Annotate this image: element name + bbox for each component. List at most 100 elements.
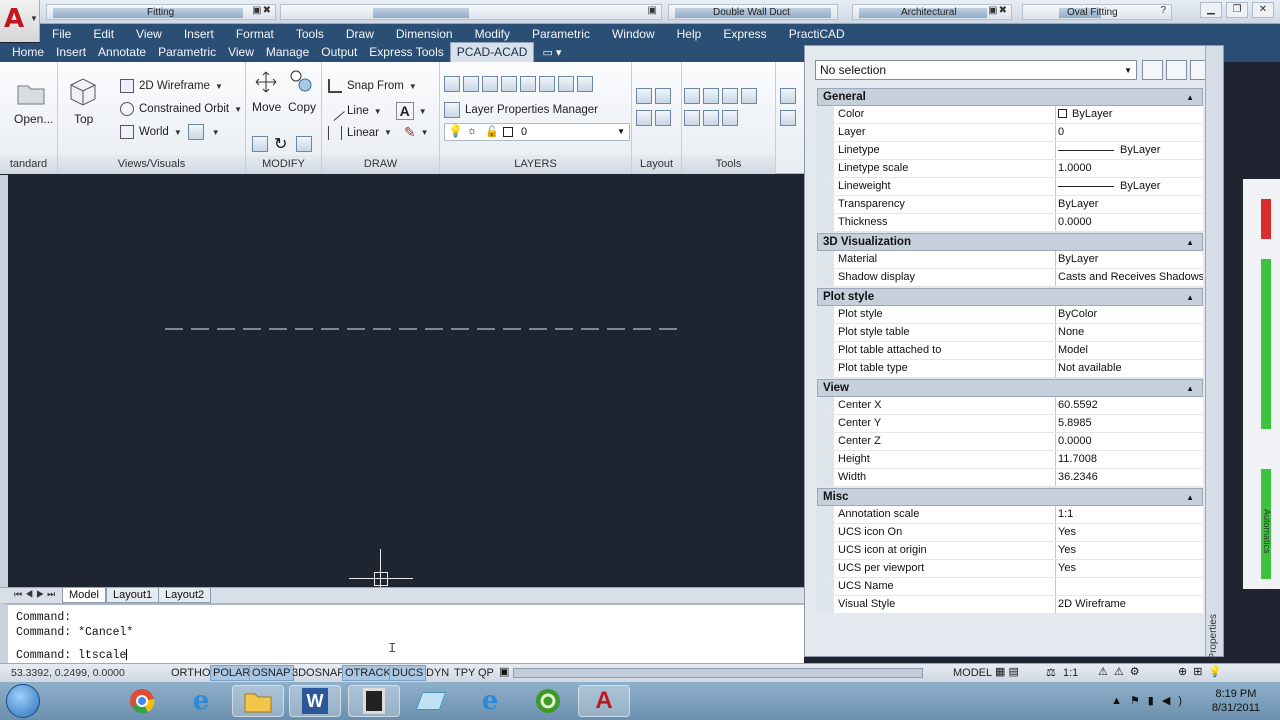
copy-button[interactable]: Copy xyxy=(288,100,316,114)
property-value[interactable] xyxy=(1056,578,1203,595)
menu-insert[interactable]: Insert xyxy=(184,27,214,41)
property-row[interactable]: Color ByLayer xyxy=(817,106,1203,124)
property-value[interactable]: 0 xyxy=(1056,124,1203,141)
menu-view[interactable]: View xyxy=(136,27,162,41)
3dosnap-toggle[interactable]: 3DOSNAP xyxy=(289,665,348,681)
help-icon[interactable]: ? xyxy=(1160,5,1167,16)
property-value[interactable]: ByColor xyxy=(1056,306,1203,323)
tool-icon[interactable] xyxy=(722,110,738,126)
menu-help[interactable]: Help xyxy=(677,27,702,41)
minimize-icon[interactable]: ▁ xyxy=(1200,2,1222,18)
property-value[interactable]: 1:1 xyxy=(1056,506,1203,523)
tab-parametric[interactable]: Parametric xyxy=(152,45,222,62)
palette-strip[interactable]: ▣ xyxy=(280,4,662,20)
autocad-application-button[interactable]: A ▼ xyxy=(0,0,40,42)
property-value[interactable]: 60.5592 xyxy=(1056,397,1203,414)
property-value[interactable]: Yes xyxy=(1056,542,1203,559)
word-icon[interactable]: W xyxy=(289,685,341,717)
restore-icon[interactable]: ❐ xyxy=(1226,2,1248,18)
layer-tool-icon[interactable] xyxy=(577,76,593,92)
tab-view[interactable]: View xyxy=(222,45,260,62)
toggle-pickadd-icon[interactable] xyxy=(1142,60,1163,80)
property-row[interactable]: Layer 0 xyxy=(817,124,1203,142)
menu-dimension[interactable]: Dimension xyxy=(396,27,453,41)
property-value[interactable]: ByLayer xyxy=(1056,106,1203,123)
quick-view-icons[interactable]: ▦ ▤ xyxy=(995,665,1019,678)
property-value[interactable]: ByLayer xyxy=(1056,196,1203,213)
visual-style-dropdown[interactable]: 2D Wireframe ▼ xyxy=(120,79,223,93)
move-button[interactable]: Move xyxy=(252,100,281,114)
model-space-toggle[interactable]: MODEL xyxy=(950,665,995,681)
tab-model[interactable]: Model xyxy=(62,588,106,603)
menu-tools[interactable]: Tools xyxy=(296,27,324,41)
tab-output[interactable]: Output xyxy=(315,45,363,62)
explorer-icon[interactable] xyxy=(232,685,284,717)
property-row[interactable]: UCS icon at origin Yes xyxy=(817,542,1203,560)
collapse-icon[interactable]: ▲ xyxy=(1186,234,1194,251)
collapse-icon[interactable]: ▲ xyxy=(1186,289,1194,306)
sc-toggle-icon[interactable]: ▣ xyxy=(499,665,509,678)
property-value[interactable]: Model xyxy=(1056,342,1203,359)
property-value[interactable]: None xyxy=(1056,324,1203,341)
top-view-button[interactable]: Top xyxy=(74,112,93,126)
menu-parametric[interactable]: Parametric xyxy=(532,27,590,41)
menu-edit[interactable]: Edit xyxy=(93,27,114,41)
property-value[interactable]: Yes xyxy=(1056,524,1203,541)
line-dropdown[interactable]: Line ▼ A ▼ xyxy=(325,101,427,121)
property-row[interactable]: Center Z 0.0000 xyxy=(817,433,1203,451)
property-value[interactable]: 36.2346 xyxy=(1056,469,1203,486)
property-value[interactable]: 0.0000 xyxy=(1056,433,1203,450)
property-row[interactable]: Lineweight ByLayer xyxy=(817,178,1203,196)
start-button[interactable] xyxy=(6,684,40,718)
layer-tool-icon[interactable] xyxy=(558,76,574,92)
property-value[interactable]: 11.7008 xyxy=(1056,451,1203,468)
property-row[interactable]: Center X 60.5592 xyxy=(817,397,1203,415)
dyn-toggle[interactable]: DYN xyxy=(423,665,452,681)
tool-icon[interactable] xyxy=(722,88,738,104)
command-prompt[interactable]: Command: ltscale xyxy=(16,649,128,662)
chrome-icon[interactable] xyxy=(116,685,168,717)
palette-controls[interactable]: ▣✖ xyxy=(988,5,1008,16)
property-row[interactable]: Plot table attached to Model xyxy=(817,342,1203,360)
array-icon[interactable] xyxy=(252,136,268,152)
property-row[interactable]: Transparency ByLayer xyxy=(817,196,1203,214)
tab-layout2[interactable]: Layout2 xyxy=(158,588,212,603)
layer-tool-icon[interactable] xyxy=(539,76,555,92)
linear-dimension-dropdown[interactable]: Linear ▼ ✎ ▼ xyxy=(328,124,429,141)
layout-navigation-icons[interactable]: ⏮◀▶⏭ xyxy=(14,589,58,600)
tool-icon[interactable] xyxy=(780,88,796,104)
system-clock[interactable]: 8:19 PM 8/31/2011 xyxy=(1212,687,1260,715)
layout-tool-icon[interactable] xyxy=(636,110,652,126)
property-value[interactable]: ByLayer xyxy=(1056,142,1203,159)
property-row[interactable]: Plot style ByColor xyxy=(817,306,1203,324)
snap-from-dropdown[interactable]: Snap From ▼ xyxy=(328,79,417,93)
tab-annotate[interactable]: Annotate xyxy=(92,45,152,62)
ortho-toggle[interactable]: ORTHO xyxy=(168,665,214,681)
tool-icon[interactable] xyxy=(703,110,719,126)
tab-manage[interactable]: Manage xyxy=(260,45,315,62)
status-tray-icons[interactable]: ⚠⚠⚙ xyxy=(1098,665,1146,678)
constrained-orbit-button[interactable]: Constrained Orbit ▼ xyxy=(120,102,242,116)
property-category-header[interactable]: Plot style ▲ xyxy=(817,288,1203,306)
property-row[interactable]: UCS Name xyxy=(817,578,1203,596)
oval-fitting-palette[interactable]: Oval Fitting ? xyxy=(1022,4,1172,20)
property-row[interactable]: Height 11.7008 xyxy=(817,451,1203,469)
zoom-icon[interactable] xyxy=(187,124,204,140)
status-tray-icons[interactable]: ⊕⊞💡 xyxy=(1178,665,1228,678)
ucs-world-dropdown[interactable]: World ▼ ▼ xyxy=(120,124,220,140)
layer-tool-icon[interactable] xyxy=(501,76,517,92)
tool-icon[interactable] xyxy=(780,110,796,126)
menu-practicad[interactable]: PractiCAD xyxy=(789,27,845,41)
collapse-icon[interactable]: ▲ xyxy=(1186,89,1194,106)
menu-express[interactable]: Express xyxy=(723,27,766,41)
layer-tool-icon[interactable] xyxy=(482,76,498,92)
ie-icon[interactable]: e xyxy=(175,685,227,717)
open-button[interactable]: Open... xyxy=(14,112,53,126)
palette-controls[interactable]: ▣✖ xyxy=(252,5,272,16)
tab-express-tools[interactable]: Express Tools xyxy=(363,45,449,62)
qp-toggle[interactable]: QP xyxy=(475,665,497,681)
ie-icon-2[interactable]: e xyxy=(464,685,516,717)
close-icon[interactable]: ✕ xyxy=(1252,2,1274,18)
collapse-icon[interactable]: ▲ xyxy=(1186,380,1194,397)
property-row[interactable]: UCS per viewport Yes xyxy=(817,560,1203,578)
